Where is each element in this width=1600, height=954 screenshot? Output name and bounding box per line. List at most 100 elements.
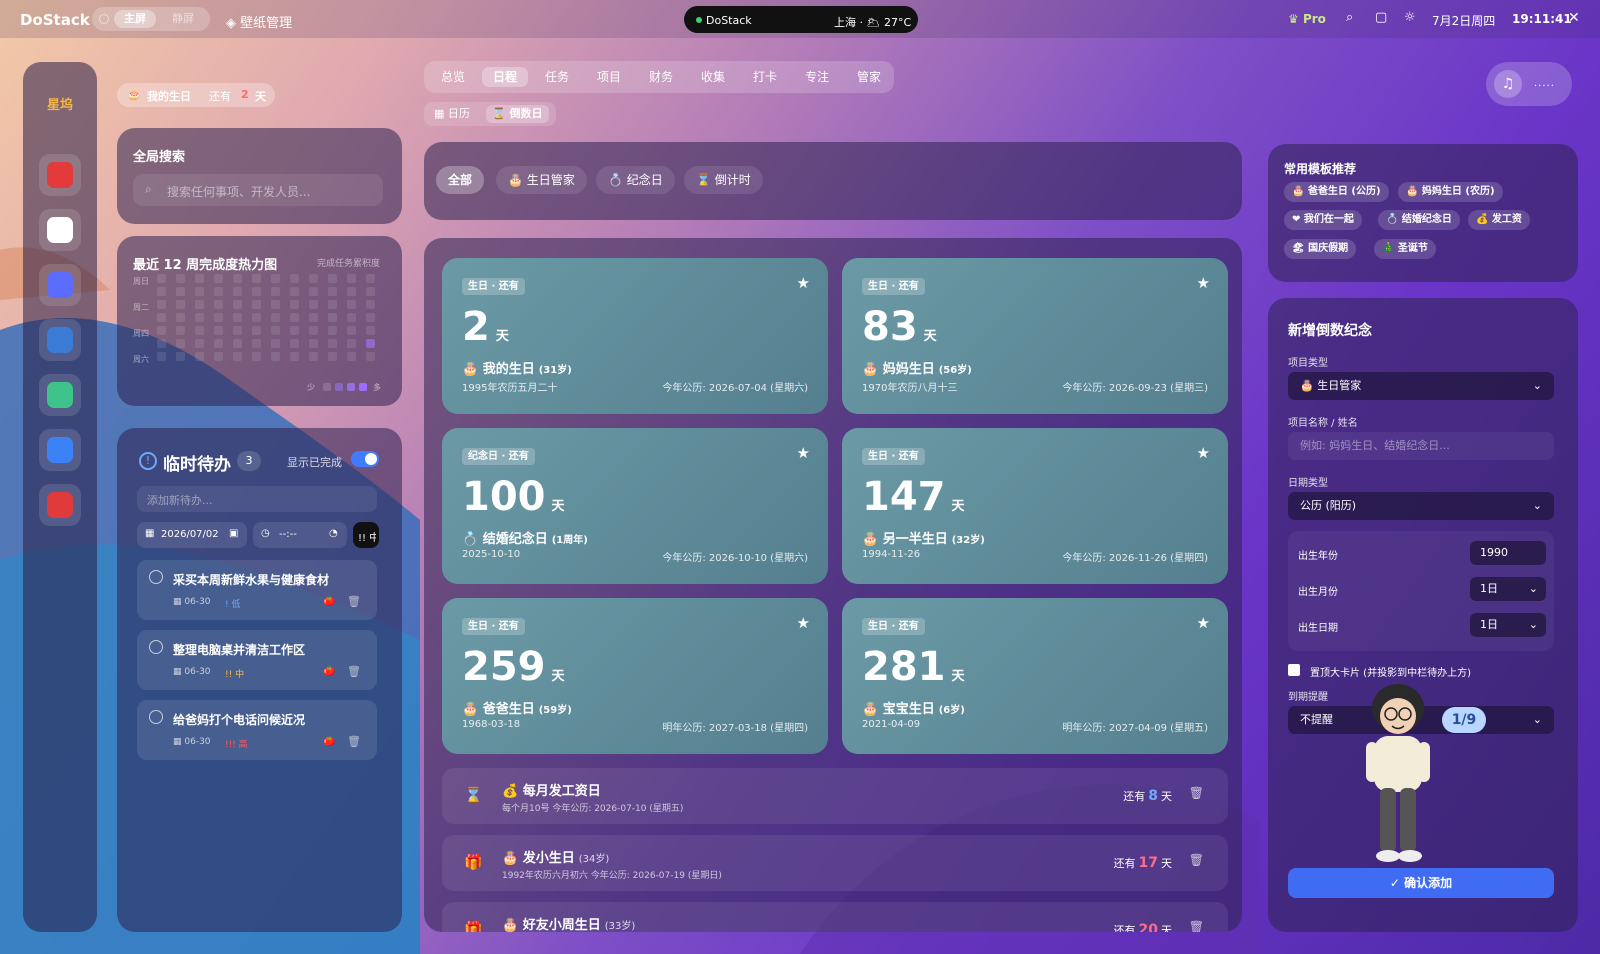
dock-app-3[interactable] — [39, 319, 81, 361]
heatmap-cell — [195, 274, 204, 283]
mode-still[interactable]: 静屏 — [162, 10, 204, 28]
music-widget[interactable]: ♫ ..... — [1486, 62, 1572, 106]
filter-0[interactable]: 全部 — [436, 166, 485, 194]
heatmap-cell — [328, 339, 337, 348]
countdown-list-item[interactable]: 🎁 🎂 发小生日 (34岁) 1992年农历六月初六 今年公历: 2026-07-19… — [442, 835, 1228, 891]
mode-main[interactable]: 主屏 — [114, 10, 156, 28]
dock-app-6[interactable] — [39, 484, 81, 526]
tab-5[interactable]: 收集 — [690, 67, 736, 87]
brightness-icon[interactable]: ☼ — [1404, 10, 1416, 25]
todo-item[interactable]: 整理电脑桌并清洁工作区 ▦ 06-30 !! 中 🍅 🗑 — [137, 630, 377, 690]
subtab-calendar[interactable]: ▦ 日历 — [428, 105, 476, 123]
trash-icon[interactable]: 🗑 — [347, 735, 361, 748]
todo-input[interactable]: 添加新待办... — [137, 486, 377, 512]
heatmap-cell — [290, 287, 299, 296]
search-icon[interactable]: ⌕ — [1346, 10, 1353, 25]
countdown-card[interactable]: 生日 · 还有 ★ 2 天 🎂 我的生日 (31岁) 1995年农历五月二十 今年公历: 20… — [442, 258, 828, 414]
tab-4[interactable]: 财务 — [638, 67, 684, 87]
screen-mode-toggle[interactable]: 主屏 静屏 — [92, 7, 210, 31]
countdown-card[interactable]: 生日 · 还有 ★ 147 天 🎂 另一半生日 (32岁) 1994-11-26 今年公历: … — [842, 428, 1228, 584]
trash-icon[interactable]: 🗑 — [347, 665, 361, 678]
dock-app-5[interactable] — [39, 429, 81, 471]
tomato-icon[interactable]: 🍅 — [323, 736, 335, 747]
dock-title: 星坞 — [46, 98, 73, 113]
dock-app-0[interactable] — [39, 154, 81, 196]
month-select[interactable]: 1日 ⌄ — [1470, 577, 1546, 601]
star-icon[interactable]: ★ — [1197, 274, 1210, 292]
wallpaper-button[interactable]: ◈ 壁纸管理 — [226, 12, 292, 31]
dock-app-1[interactable] — [39, 209, 81, 251]
trash-icon[interactable]: 🗑 — [1189, 853, 1204, 867]
countdown-card[interactable]: 生日 · 还有 ★ 259 天 🎂 爸爸生日 (59岁) 1968-03-18 明年公历: 2… — [442, 598, 828, 754]
todo-date-field[interactable]: ▦ 2026/07/02 ▣ — [137, 522, 247, 548]
birthday-pill[interactable]: 🎂 我的生日 还有 2 天 — [117, 83, 275, 107]
countdown-card[interactable]: 生日 · 还有 ★ 83 天 🎂 妈妈生日 (56岁) 1970年农历八月十三 今年公历: 2… — [842, 258, 1228, 414]
template-chip[interactable]: 🎂 妈妈生日 (农历) — [1398, 182, 1503, 202]
tab-1[interactable]: 日程 — [482, 67, 528, 87]
tab-2[interactable]: 任务 — [534, 67, 580, 87]
tab-8[interactable]: 管家 — [846, 67, 892, 87]
heatmap-legend-low: 少 — [307, 383, 315, 392]
template-chip[interactable]: 🎄 圣诞节 — [1374, 239, 1436, 259]
document-icon[interactable]: ▢ — [1375, 10, 1387, 25]
heatmap-day-label: 周二 — [133, 303, 149, 312]
card-days: 100 天 — [462, 474, 565, 520]
trash-icon[interactable]: 🗑 — [1189, 786, 1204, 800]
filter-3[interactable]: ⌛ 倒计时 — [684, 166, 763, 194]
heatmap-cell — [214, 313, 223, 322]
todo-checkbox[interactable] — [149, 710, 163, 724]
pin-checkbox[interactable] — [1288, 664, 1300, 676]
card-type-icon: 💍 — [462, 532, 479, 547]
trash-icon[interactable]: 🗑 — [1189, 920, 1204, 932]
template-chip[interactable]: 💍 结婚纪念日 — [1378, 210, 1460, 230]
heatmap-legend-cell — [359, 383, 367, 391]
star-icon[interactable]: ★ — [797, 444, 810, 462]
todo-priority-select[interactable]: !! 中 — [353, 522, 379, 548]
name-input[interactable]: 例如: 妈妈生日、结婚纪念日... — [1288, 432, 1554, 460]
search-input[interactable]: ⌕ 搜索任何事项、开发人员... — [133, 174, 383, 206]
template-chip[interactable]: 🎂 爸爸生日 (公历) — [1284, 182, 1389, 202]
record-app-icon — [47, 492, 73, 518]
show-done-toggle[interactable] — [351, 451, 379, 467]
card-next-date: 明年公历: 2027-04-09 (星期五) — [1062, 723, 1208, 734]
subtab-countdown[interactable]: ⌛ 倒数日 — [486, 105, 549, 123]
close-icon[interactable]: ✕ — [1568, 10, 1580, 26]
mascot-character[interactable] — [1354, 676, 1472, 876]
star-icon[interactable]: ★ — [797, 274, 810, 292]
countdown-list-item[interactable]: ⌛ 💰 每月发工资日 每个月10号 今年公历: 2026-07-10 (星期五) 还有… — [442, 768, 1228, 824]
star-icon[interactable]: ★ — [797, 614, 810, 632]
countdown-card[interactable]: 纪念日 · 还有 ★ 100 天 💍 结婚纪念日 (1周年) 2025-10-10 今年公历:… — [442, 428, 828, 584]
todo-checkbox[interactable] — [149, 640, 163, 654]
day-select[interactable]: 1日 ⌄ — [1470, 613, 1546, 637]
star-icon[interactable]: ★ — [1197, 444, 1210, 462]
heatmap-cell — [366, 352, 375, 361]
countdown-list-item[interactable]: 🎁 🎂 好友小周生日 (33岁) 还有 20 天 🗑 — [442, 902, 1228, 932]
star-icon[interactable]: ★ — [1197, 614, 1210, 632]
todo-time-field[interactable]: ◷ --:-- ◔ — [253, 522, 347, 548]
tomato-icon[interactable]: 🍅 — [323, 596, 335, 607]
filter-2[interactable]: 💍 纪念日 — [596, 166, 675, 194]
template-chip[interactable]: 🏖 国庆假期 — [1284, 239, 1357, 259]
dock-app-4[interactable] — [39, 374, 81, 416]
pro-badge[interactable]: ♛ Pro — [1288, 12, 1326, 26]
dock-app-2[interactable] — [39, 264, 81, 306]
countdown-card[interactable]: 生日 · 还有 ★ 281 天 🎂 宝宝生日 (6岁) 2021-04-09 明年公历: 20… — [842, 598, 1228, 754]
dynamic-island[interactable]: DoStack 上海 · 🌥 27°C — [684, 6, 918, 33]
date-type-select[interactable]: 公历 (阳历) ⌄ — [1288, 492, 1554, 520]
filter-1[interactable]: 🎂 生日管家 — [496, 166, 587, 194]
tab-3[interactable]: 项目 — [586, 67, 632, 87]
template-chip[interactable]: 💰 发工资 — [1468, 210, 1530, 230]
todo-item[interactable]: 采买本周新鲜水果与健康食材 ▦ 06-30 ! 低 🍅 🗑 — [137, 560, 377, 620]
type-select[interactable]: 🎂 生日管家 ⌄ — [1288, 372, 1554, 400]
heatmap-cell — [214, 339, 223, 348]
template-chip[interactable]: ❤ 我们在一起 — [1284, 210, 1362, 230]
todo-item[interactable]: 给爸妈打个电话问候近况 ▦ 06-30 !!! 高 🍅 🗑 — [137, 700, 377, 760]
tab-0[interactable]: 总览 — [430, 67, 476, 87]
tab-7[interactable]: 专注 — [794, 67, 840, 87]
row-title: 🎂 发小生日 (34岁) — [502, 851, 610, 866]
year-input[interactable]: 1990 — [1470, 541, 1546, 565]
todo-checkbox[interactable] — [149, 570, 163, 584]
trash-icon[interactable]: 🗑 — [347, 595, 361, 608]
tomato-icon[interactable]: 🍅 — [323, 666, 335, 677]
tab-6[interactable]: 打卡 — [742, 67, 788, 87]
